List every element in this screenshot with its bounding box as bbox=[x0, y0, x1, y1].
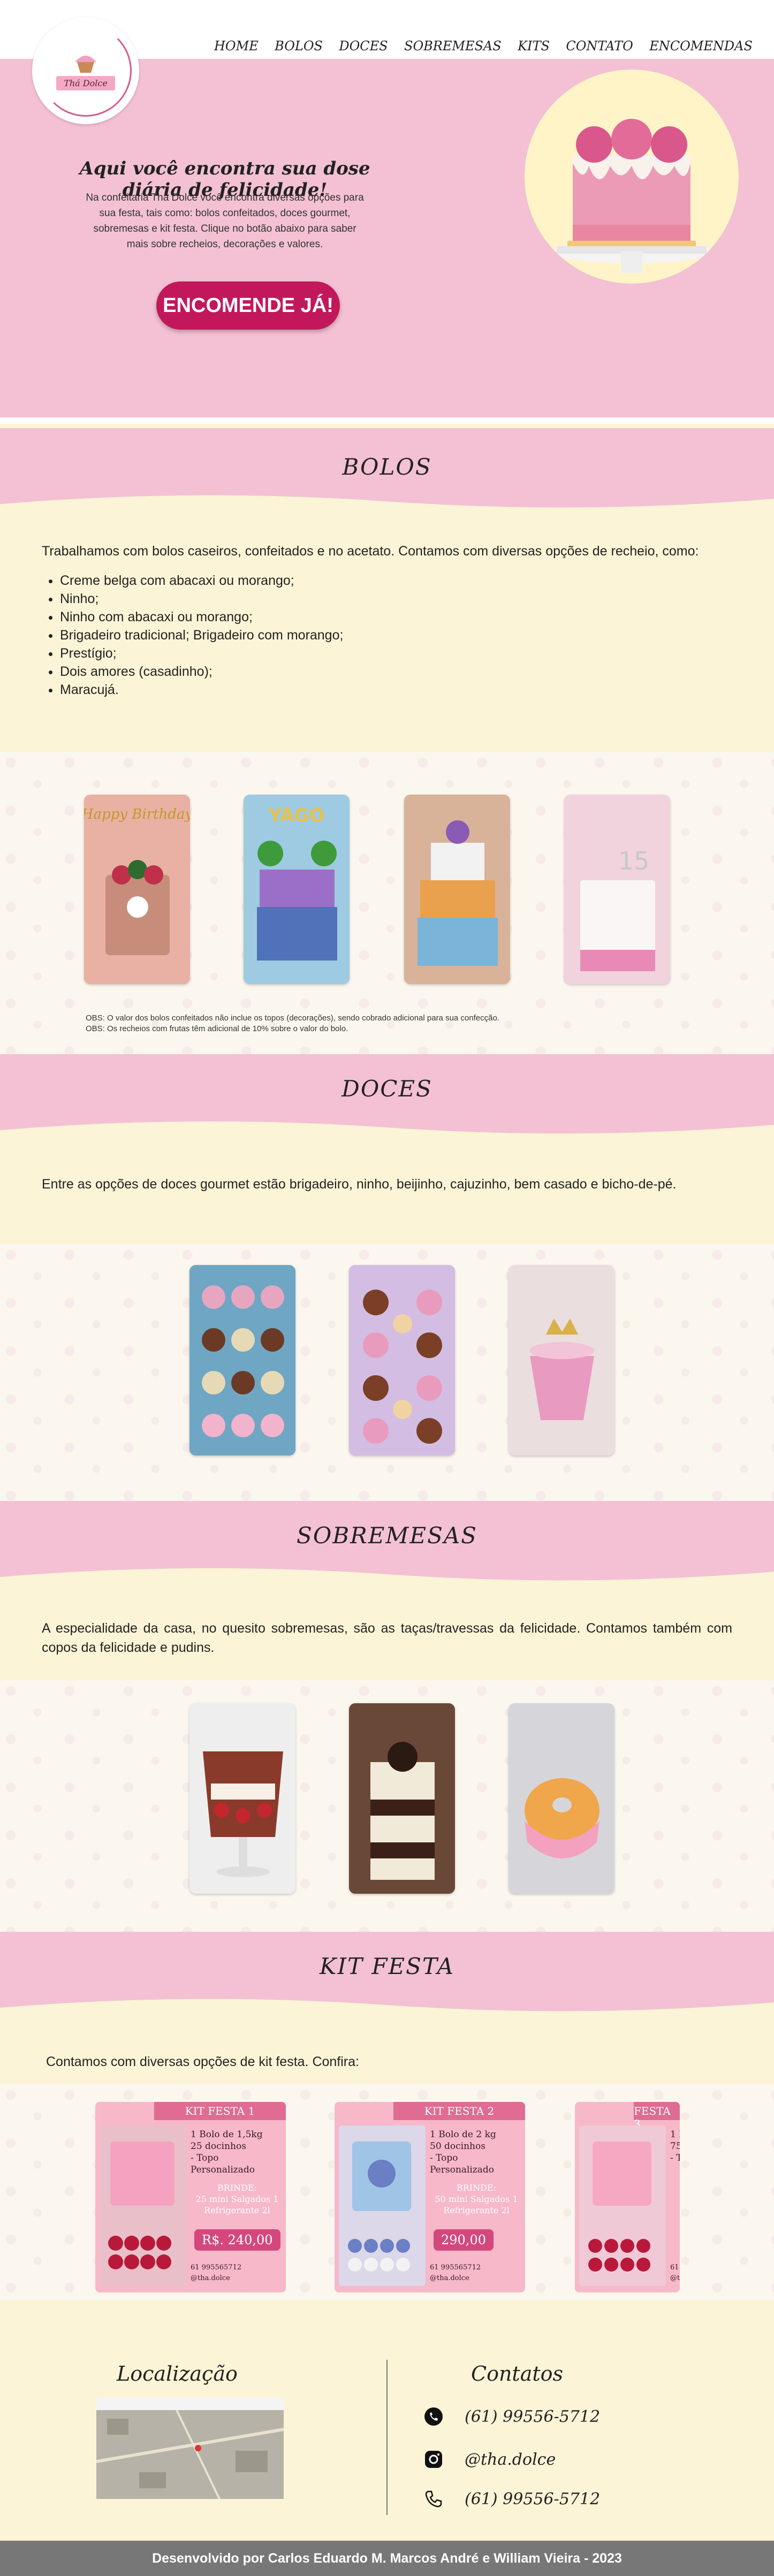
hero-text: Na confeitaria Thá Dolce você encontra d… bbox=[86, 192, 364, 250]
sobremesas-title: SOBREMESAS bbox=[297, 1522, 477, 1549]
kit-item: 75 doc bbox=[670, 2141, 680, 2152]
bolos-notes: OBS: O valor dos bolos confeitados não i… bbox=[86, 1013, 499, 1034]
dessert-photo-1[interactable] bbox=[189, 1703, 295, 1894]
kit-bonus: BRINDE: 25 mini Salgados 1 Refrigerante … bbox=[189, 2182, 285, 2216]
kit-item: - Topo bbox=[670, 2153, 680, 2163]
note-1: OBS: O valor dos bolos confeitados não i… bbox=[86, 1013, 499, 1023]
bolos-intro: Trabalhamos com bolos caseiros, confeita… bbox=[42, 544, 699, 559]
sweets-photo-3[interactable] bbox=[509, 1265, 614, 1455]
nav-contato[interactable]: CONTATO bbox=[566, 39, 633, 54]
kit-contact: 61 995565712 @tha.dolce bbox=[191, 2262, 241, 2284]
kit-items: 1 Bolo de 1,5kg 25 docinhos - Topo Perso… bbox=[191, 2129, 282, 2176]
contact-text: (61) 99556-5712 bbox=[465, 2489, 601, 2509]
kit-card-1[interactable]: KIT FESTA 1 1 Bolo de 1,5kg 25 docinhos … bbox=[95, 2102, 286, 2292]
bolos-text: Trabalhamos com bolos caseiros, confeita… bbox=[42, 542, 732, 699]
bolos-title: BOLOS bbox=[342, 454, 432, 480]
nav-bolos[interactable]: BOLOS bbox=[275, 39, 323, 54]
phone-icon bbox=[425, 2490, 442, 2508]
cake-topper-text: 15 bbox=[618, 847, 650, 875]
list-item: Brigadeiro tradicional; Brigadeiro com m… bbox=[60, 626, 732, 644]
kit-bonus-label: BRINDE: bbox=[456, 2183, 497, 2193]
kit-item: 25 docinhos bbox=[191, 2141, 246, 2152]
hero-cake-image bbox=[525, 70, 739, 284]
list-item: Dois amores (casadinho); bbox=[60, 662, 732, 681]
contact-phone[interactable]: (61) 99556-5712 bbox=[423, 2488, 600, 2510]
kit-bonus-text: 25 mini Salgados 1 Refrigerante 2l bbox=[195, 2194, 279, 2215]
kit-bonus-text: 50 mini Salgados 1 Refrigerante 2l bbox=[435, 2194, 518, 2215]
kit-instagram: @tha.dolce bbox=[191, 2274, 230, 2282]
note-2: OBS: Os recheios com frutas têm adiciona… bbox=[86, 1024, 348, 1033]
kit-item: 50 docinhos bbox=[430, 2141, 485, 2152]
sweets-photo-2[interactable] bbox=[349, 1265, 455, 1455]
kit-card-2[interactable]: KIT FESTA 2 1 Bolo de 2 kg 50 docinhos -… bbox=[335, 2102, 525, 2292]
contact-text: @tha.dolce bbox=[465, 2450, 556, 2469]
kit-item: - Topo Personalizado bbox=[191, 2153, 255, 2175]
doces-text: Entre as opções de doces gourmet estão b… bbox=[42, 1177, 677, 1192]
location-map[interactable] bbox=[96, 2397, 284, 2499]
instagram-icon bbox=[425, 2451, 442, 2468]
footer-divider bbox=[386, 2360, 388, 2515]
cake-photo-4[interactable]: 15 bbox=[564, 795, 670, 984]
contact-instagram[interactable]: @tha.dolce bbox=[423, 2449, 556, 2470]
fillings-list: Creme belga com abacaxi ou morango; Ninh… bbox=[42, 571, 732, 699]
nav-kits[interactable]: KITS bbox=[518, 39, 550, 54]
contact-whatsapp[interactable]: (61) 99556-5712 bbox=[423, 2406, 600, 2427]
kit-item: - Topo Personalizado bbox=[430, 2153, 494, 2175]
kits-title: KIT FESTA bbox=[320, 1953, 454, 1979]
doces-title: DOCES bbox=[342, 1076, 432, 1102]
logo-ring bbox=[40, 25, 132, 117]
kit-item: 1 Bolo de 1,5kg bbox=[191, 2129, 263, 2140]
list-item: Prestígio; bbox=[60, 644, 732, 662]
kit-image bbox=[579, 2125, 666, 2286]
kits-text: Contamos com diversas opções de kit fest… bbox=[46, 2054, 359, 2069]
kit-contact: 61 995565712 @tha.dolce bbox=[430, 2262, 481, 2284]
main-nav: HOME BOLOS DOCES SOBREMESAS KITS CONTATO… bbox=[214, 39, 753, 54]
sobremesas-text: A especialidade da casa, no quesito sobr… bbox=[42, 1621, 732, 1655]
hero-divider bbox=[0, 417, 774, 424]
nav-sobremesas[interactable]: SOBREMESAS bbox=[404, 39, 502, 54]
kit-item: 1 Bolo bbox=[670, 2129, 680, 2140]
kit-item: 1 Bolo de 2 kg bbox=[430, 2129, 496, 2140]
contact-text: (61) 99556-5712 bbox=[465, 2407, 601, 2426]
list-item: Ninho com abacaxi ou morango; bbox=[60, 608, 732, 626]
kit-items: 1 Bolo 75 doc - Topo bbox=[670, 2129, 680, 2164]
kit-image bbox=[339, 2125, 426, 2286]
kit-card-3[interactable]: KIT FESTA 3 1 Bolo 75 doc - Topo 61 99 @… bbox=[575, 2102, 680, 2292]
dessert-photo-2[interactable] bbox=[349, 1703, 455, 1894]
kit-phone: 61 995565712 bbox=[430, 2263, 481, 2272]
kit-title: KIT FESTA 3 bbox=[634, 2102, 680, 2130]
kit-instagram: @tha.dolce bbox=[430, 2274, 469, 2282]
order-button[interactable]: ENCOMENDE JÁ! bbox=[156, 281, 340, 330]
nav-doces[interactable]: DOCES bbox=[339, 39, 388, 54]
cake-photo-2[interactable]: YAGO bbox=[244, 795, 350, 984]
list-item: Creme belga com abacaxi ou morango; bbox=[60, 571, 732, 590]
footer-credits: Desenvolvido por Carlos Eduardo M. Marco… bbox=[0, 2541, 774, 2576]
contacts-title: Contatos bbox=[471, 2362, 564, 2386]
dessert-photo-3[interactable] bbox=[509, 1703, 614, 1894]
nav-home[interactable]: HOME bbox=[214, 39, 259, 54]
kit-instagram: @tha bbox=[670, 2274, 680, 2282]
kit-phone: 61 995565712 bbox=[191, 2263, 242, 2272]
sweets-photo-1[interactable] bbox=[189, 1265, 295, 1455]
kit-bonus: BRINDE: 50 mini Salgados 1 Refrigerante … bbox=[428, 2182, 525, 2216]
kit-phone: 61 99 bbox=[670, 2263, 680, 2272]
kit-price: 290,00 bbox=[434, 2229, 494, 2251]
cake-topper-text: Happy Birthday bbox=[84, 806, 190, 822]
kit-contact: 61 99 @tha bbox=[670, 2262, 680, 2284]
nav-encomendas[interactable]: ENCOMENDAS bbox=[649, 39, 753, 54]
cake-topper-text: YAGO bbox=[268, 805, 325, 826]
list-item: Maracujá. bbox=[60, 681, 732, 699]
kit-image bbox=[100, 2125, 186, 2286]
kit-price: R$. 240,00 bbox=[194, 2229, 280, 2251]
kit-title: KIT FESTA 1 bbox=[154, 2102, 286, 2120]
cake-photo-3[interactable] bbox=[404, 795, 510, 984]
location-title: Localização bbox=[117, 2362, 238, 2386]
whatsapp-icon bbox=[424, 2407, 443, 2426]
list-item: Ninho; bbox=[60, 590, 732, 608]
logo[interactable]: Thá Dolce bbox=[32, 17, 139, 124]
cake-photo-1[interactable]: Happy Birthday bbox=[84, 795, 190, 984]
kit-bonus-label: BRINDE: bbox=[217, 2183, 257, 2193]
kit-items: 1 Bolo de 2 kg 50 docinhos - Topo Person… bbox=[430, 2129, 521, 2176]
kit-title: KIT FESTA 2 bbox=[393, 2102, 525, 2120]
